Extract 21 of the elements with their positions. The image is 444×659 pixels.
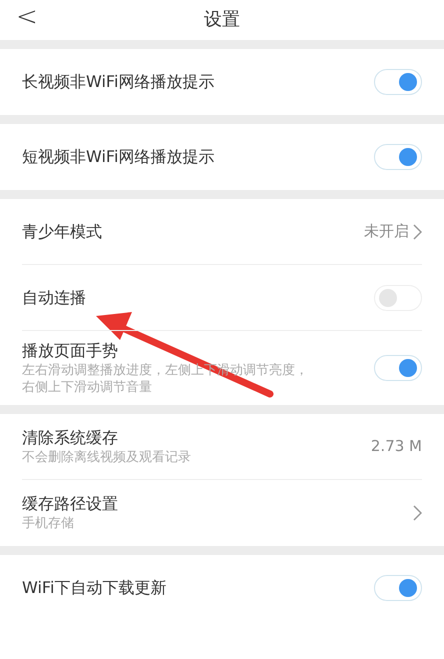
setting-label: 播放页面手势	[22, 340, 119, 362]
setting-label: 自动连播	[22, 286, 87, 308]
setting-value: 2.73 M	[370, 436, 422, 458]
page-title: 设置	[204, 9, 240, 30]
setting-label: WiFi下自动下载更新	[22, 576, 168, 599]
setting-label: 缓存路径设置	[22, 493, 119, 516]
setting-description: 手机存储	[22, 516, 75, 534]
toggle-switch[interactable]	[374, 354, 422, 381]
toggle-switch[interactable]	[374, 144, 422, 170]
setting-label: 青少年模式	[22, 220, 103, 242]
toggle-switch[interactable]	[374, 574, 422, 601]
setting-label: 清除系统缓存	[22, 426, 119, 449]
toggle-switch[interactable]	[374, 284, 422, 310]
chevron-right-icon[interactable]	[413, 504, 422, 521]
chevron-right-icon[interactable]	[413, 224, 422, 240]
setting-description: 不会删除离线视频及观看记录	[22, 450, 192, 467]
setting-label: 长视频非WiFi网络播放提示	[22, 71, 216, 93]
setting-value: 未开启	[364, 221, 409, 242]
setting-label: 短视频非WiFi网络播放提示	[22, 146, 216, 168]
back-button[interactable]: <	[12, 2, 42, 32]
toggle-switch[interactable]	[374, 69, 422, 95]
